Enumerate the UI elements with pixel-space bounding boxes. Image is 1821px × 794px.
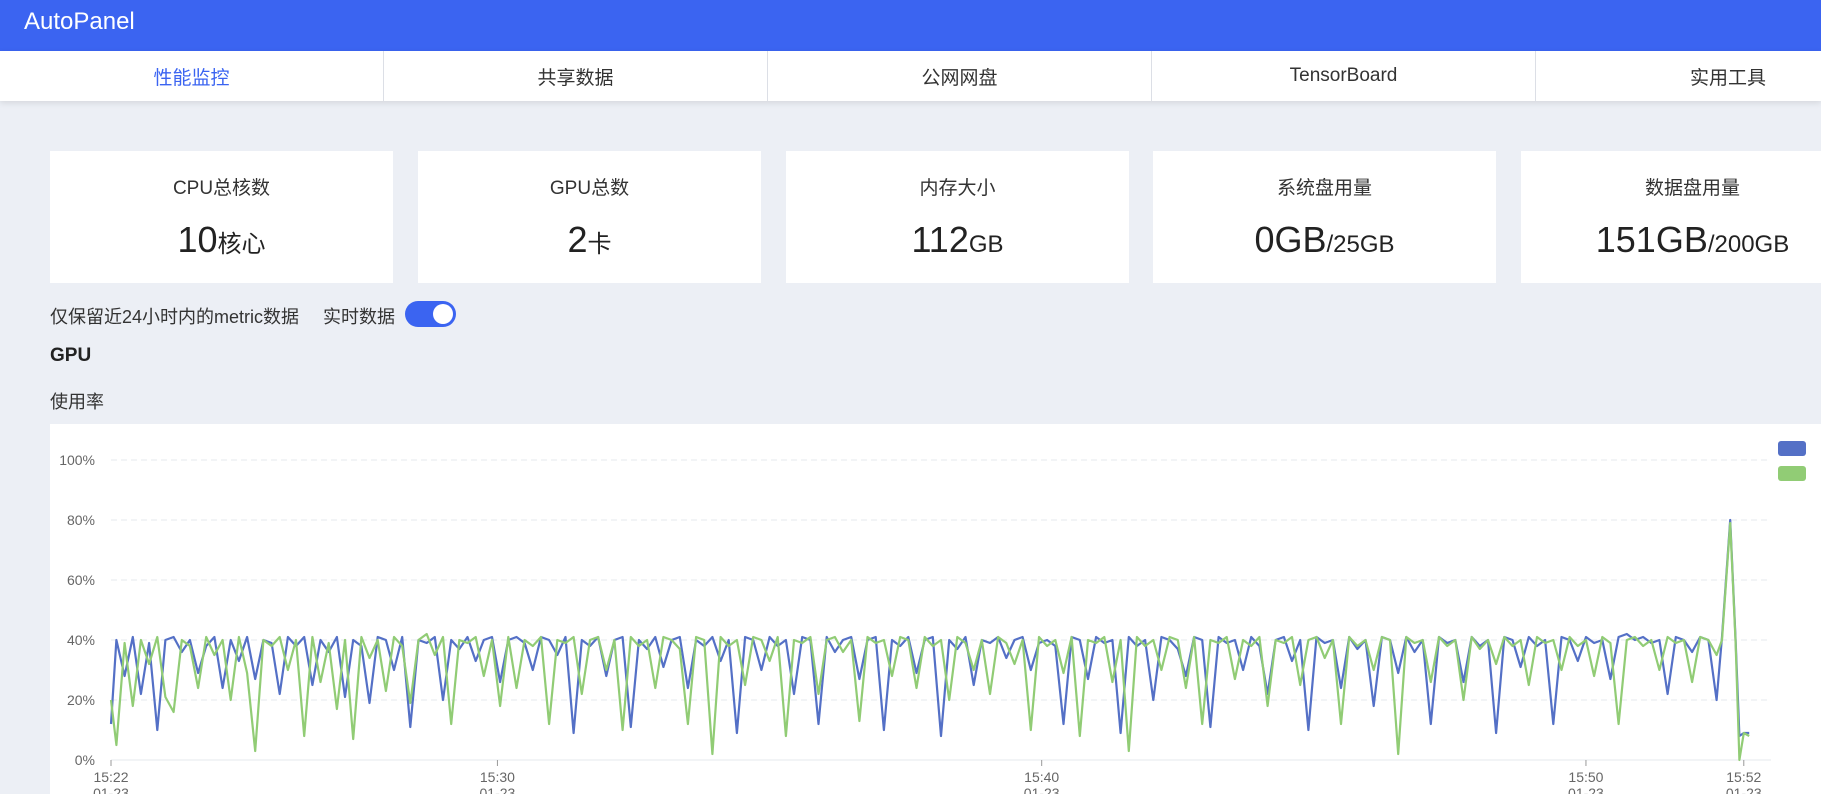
chart-subtitle: 使用率 xyxy=(50,392,104,412)
gpu-usage-chart-panel: 0% 20% 40% 60% 80% 100% 15:22 01-23 15:30 01-23 15… xyxy=(50,424,1821,794)
x-tick-date-label: 01-23 xyxy=(1568,785,1604,794)
y-tick-label: 80% xyxy=(67,512,95,528)
card-value-unit: 卡 xyxy=(587,231,612,258)
legend-swatch-2 xyxy=(1778,466,1806,481)
card-value: 10核心 xyxy=(50,219,393,261)
gpu-usage-chart: 0%20%40%60%80%100%15:2201-2315:3001-2315… xyxy=(59,441,1806,794)
card-value-unit: /200GB xyxy=(1707,231,1790,258)
stat-card-cpu-cores: CPU总核数 10核心 xyxy=(50,151,393,283)
card-title: GPU总数 xyxy=(549,178,630,199)
tab-tensorboard[interactable]: TensorBoard xyxy=(1152,51,1536,101)
x-tick-date-label: 01-23 xyxy=(480,785,516,794)
app-title: AutoPanel xyxy=(24,8,135,35)
card-value-unit: 核心 xyxy=(217,231,266,258)
x-tick-time-label: 15:52 xyxy=(1726,769,1761,785)
card-value: 112GB xyxy=(786,219,1129,261)
tab-shared-data[interactable]: 共享数据 xyxy=(384,51,768,101)
y-tick-label: 100% xyxy=(59,452,95,468)
card-value-number: 10 xyxy=(177,219,218,260)
y-tick-label: 0% xyxy=(75,752,95,768)
stat-card-memory: 内存大小 112GB xyxy=(786,151,1129,283)
card-value-unit: GB xyxy=(968,231,1004,258)
tab-performance-monitor[interactable]: 性能监控 xyxy=(0,51,384,101)
x-tick-time-label: 15:40 xyxy=(1024,769,1059,785)
retention-note: 仅保留近24小时内的metric数据 xyxy=(50,307,300,327)
y-tick-label: 60% xyxy=(67,572,95,588)
card-title: 内存大小 xyxy=(919,178,996,199)
x-tick-time-label: 15:30 xyxy=(480,769,515,785)
realtime-label: 实时数据 xyxy=(323,307,395,327)
card-title: 数据盘用量 xyxy=(1644,178,1740,199)
x-tick-date-label: 01-23 xyxy=(1024,785,1060,794)
card-value: 2卡 xyxy=(418,219,761,261)
top-bar: AutoPanel xyxy=(0,0,1821,51)
card-value-number: 0GB xyxy=(1254,219,1327,260)
card-value: 0GB/25GB xyxy=(1153,219,1496,261)
y-tick-label: 20% xyxy=(67,692,95,708)
x-tick-date-label: 01-23 xyxy=(1726,785,1762,794)
card-value: 151GB/200GB xyxy=(1521,219,1821,261)
x-tick-time-label: 15:22 xyxy=(93,769,128,785)
realtime-toggle[interactable] xyxy=(405,301,456,327)
stat-card-system-disk: 系统盘用量 0GB/25GB xyxy=(1153,151,1496,283)
tab-bar: 性能监控 共享数据 公网网盘 TensorBoard 实用工具 xyxy=(0,51,1821,101)
stat-card-data-disk: 数据盘用量 151GB/200GB xyxy=(1521,151,1821,283)
x-tick-date-label: 01-23 xyxy=(93,785,129,794)
card-value-number: 2 xyxy=(567,219,588,260)
tab-public-netdisk[interactable]: 公网网盘 xyxy=(768,51,1152,101)
section-title: GPU xyxy=(50,345,92,366)
y-tick-label: 40% xyxy=(67,632,95,648)
x-tick-time-label: 15:50 xyxy=(1568,769,1603,785)
card-value-number: 112 xyxy=(911,219,969,260)
stat-card-gpu-count: GPU总数 2卡 xyxy=(418,151,761,283)
toggle-knob xyxy=(433,304,453,324)
legend-swatch-1 xyxy=(1778,441,1806,456)
card-value-unit: /25GB xyxy=(1326,231,1395,258)
tab-utilities[interactable]: 实用工具 xyxy=(1536,51,1821,101)
card-title: CPU总核数 xyxy=(172,178,271,199)
card-title: 系统盘用量 xyxy=(1276,178,1372,199)
card-value-number: 151GB xyxy=(1595,219,1708,260)
